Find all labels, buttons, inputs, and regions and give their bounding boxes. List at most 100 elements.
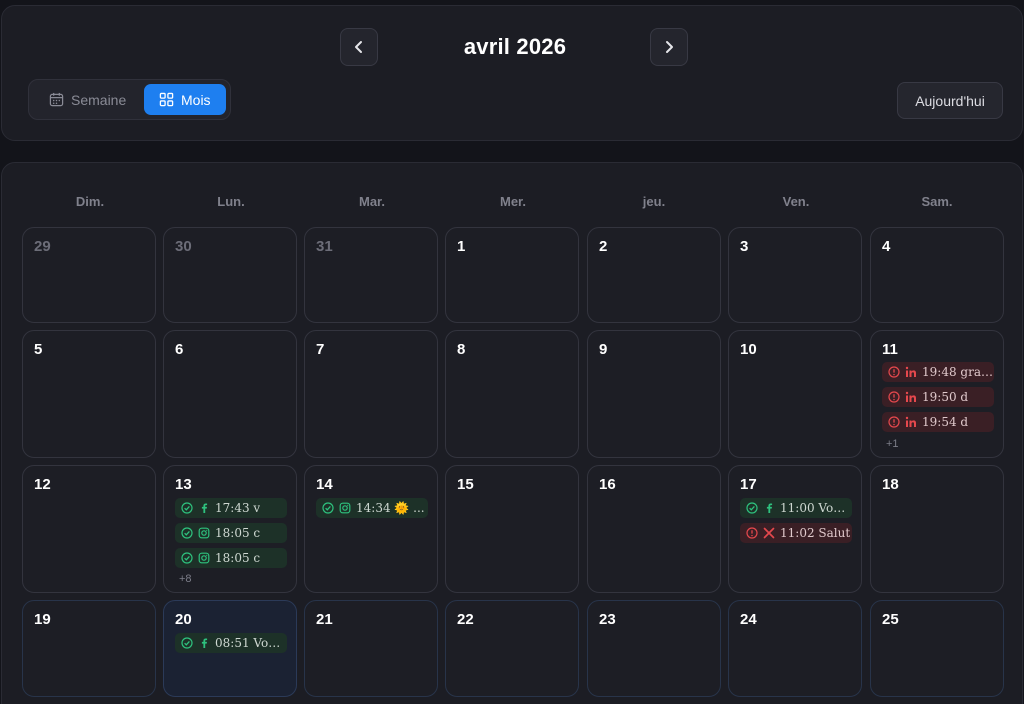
event-chip[interactable]: 11:02 Salut: [740, 523, 852, 543]
day-number: 9: [599, 341, 608, 358]
day-number: 5: [34, 341, 43, 358]
day-cell[interactable]: 4: [870, 227, 1004, 323]
day-cell[interactable]: 3: [728, 227, 862, 323]
event-text: 11:02 Salut: [780, 526, 851, 540]
day-cell[interactable]: 21: [304, 600, 438, 697]
day-cell[interactable]: 29: [22, 227, 156, 323]
event-chip[interactable]: 14:34 🌞 ...: [316, 498, 428, 518]
day-cell[interactable]: 22: [445, 600, 579, 697]
day-number: 21: [316, 611, 333, 628]
error-circle-icon: [888, 366, 900, 378]
day-number: 13: [175, 476, 192, 493]
event-text: 14:34 🌞 ...: [356, 501, 425, 515]
day-cell[interactable]: 23: [587, 600, 721, 697]
event-chip[interactable]: 19:50 d: [882, 387, 994, 407]
day-cell[interactable]: 7: [304, 330, 438, 458]
day-cell[interactable]: 1: [445, 227, 579, 323]
day-cell[interactable]: 14 14:34 🌞 ...: [304, 465, 438, 593]
instagram-icon: [339, 502, 351, 514]
day-cell[interactable]: 24: [728, 600, 862, 697]
chevron-right-icon: [666, 41, 673, 53]
day-cell[interactable]: 9: [587, 330, 721, 458]
check-circle-icon: [181, 527, 193, 539]
instagram-icon: [198, 552, 210, 564]
day-number: 30: [175, 238, 192, 255]
weekday-header: Mer.: [499, 194, 526, 209]
weekday-header: Sam.: [921, 194, 953, 209]
day-number: 8: [457, 341, 466, 358]
day-number: 24: [740, 611, 757, 628]
day-number: 20: [175, 611, 192, 628]
facebook-icon: [766, 503, 773, 513]
check-circle-icon: [322, 502, 334, 514]
day-cell[interactable]: 16: [587, 465, 721, 593]
day-number: 12: [34, 476, 51, 493]
grid-icon: [159, 92, 174, 107]
calendar-toolbar: avril 2026 Semaine Mois Aujourd'hui: [1, 5, 1023, 141]
day-cell[interactable]: 11 19:48 grat... 19:50 d 19:54 d +1: [870, 330, 1004, 458]
day-cell[interactable]: 10: [728, 330, 862, 458]
today-button[interactable]: Aujourd'hui: [897, 82, 1003, 119]
day-cell[interactable]: 18: [870, 465, 1004, 593]
event-chip[interactable]: 11:00 Vou...: [740, 498, 852, 518]
facebook-icon: [201, 638, 208, 648]
day-number: 7: [316, 341, 325, 358]
day-number: 22: [457, 611, 474, 628]
day-cell[interactable]: 5: [22, 330, 156, 458]
check-circle-icon: [181, 502, 193, 514]
error-circle-icon: [888, 391, 900, 403]
linkedin-icon: [905, 391, 916, 402]
day-number: 23: [599, 611, 616, 628]
event-chip[interactable]: 08:51 Vou...: [175, 633, 287, 653]
day-number: 17: [740, 476, 757, 493]
day-cell[interactable]: 8: [445, 330, 579, 458]
day-cell-today[interactable]: 20 08:51 Vou...: [163, 600, 297, 697]
prev-month-button[interactable]: [340, 28, 378, 66]
linkedin-icon: [905, 416, 916, 427]
weekday-header: jeu.: [642, 194, 666, 209]
view-week-label: Semaine: [71, 91, 127, 108]
day-cell[interactable]: 31: [304, 227, 438, 323]
event-text: 19:54 d: [922, 415, 969, 429]
view-month-button[interactable]: Mois: [144, 84, 226, 115]
day-cell[interactable]: 13 17:43 v 18:05 c 18:05 c +8: [163, 465, 297, 593]
error-circle-icon: [746, 527, 758, 539]
day-number: 10: [740, 341, 757, 358]
event-text: 19:50 d: [922, 390, 969, 404]
day-number: 11: [882, 341, 898, 358]
month-title: avril 2026: [463, 34, 567, 59]
event-text: 08:51 Vou...: [215, 636, 287, 650]
day-number: 15: [457, 476, 474, 493]
event-chip[interactable]: 17:43 v: [175, 498, 287, 518]
day-number: 6: [175, 341, 184, 358]
facebook-icon: [201, 503, 208, 513]
event-chip[interactable]: 19:54 d: [882, 412, 994, 432]
next-month-button[interactable]: [650, 28, 688, 66]
event-text: 11:00 Vou...: [780, 501, 852, 515]
day-number: 16: [599, 476, 616, 493]
day-cell[interactable]: 30: [163, 227, 297, 323]
day-cell[interactable]: 17 11:00 Vou... 11:02 Salut: [728, 465, 862, 593]
day-cell[interactable]: 12: [22, 465, 156, 593]
more-events-link[interactable]: +1: [886, 438, 899, 450]
day-cell[interactable]: 15: [445, 465, 579, 593]
day-number: 2: [599, 238, 608, 255]
day-cell[interactable]: 2: [587, 227, 721, 323]
x-icon: [763, 527, 775, 539]
weekday-header: Lun.: [217, 194, 245, 209]
day-cell[interactable]: 19: [22, 600, 156, 697]
day-number: 3: [740, 238, 749, 255]
day-number: 19: [34, 611, 51, 628]
day-number: 4: [882, 238, 891, 255]
more-events-link[interactable]: +8: [179, 573, 192, 585]
check-circle-icon: [746, 502, 758, 514]
day-number: 31: [316, 238, 333, 255]
event-text: 19:48 grat...: [922, 365, 994, 379]
day-cell[interactable]: 6: [163, 330, 297, 458]
day-number: 25: [882, 611, 899, 628]
event-chip[interactable]: 19:48 grat...: [882, 362, 994, 382]
event-chip[interactable]: 18:05 c: [175, 548, 287, 568]
event-chip[interactable]: 18:05 c: [175, 523, 287, 543]
view-week-button[interactable]: Semaine: [45, 84, 149, 115]
day-cell[interactable]: 25: [870, 600, 1004, 697]
